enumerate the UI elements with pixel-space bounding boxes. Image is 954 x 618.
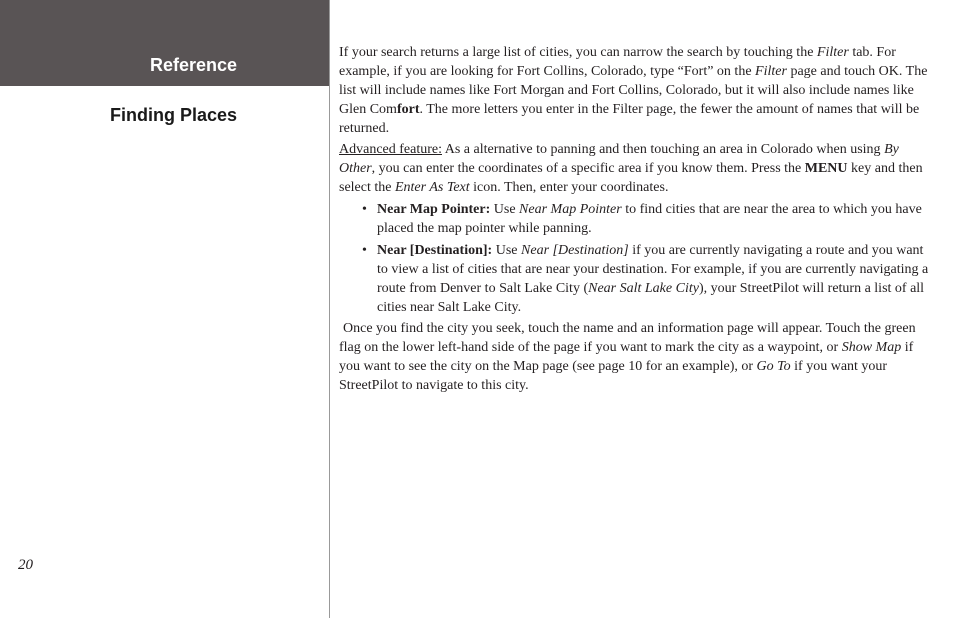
text: Use (490, 202, 519, 217)
text: . The more letters you enter in the Filt… (339, 102, 919, 136)
advanced-feature-block: Advanced feature: As a alternative to pa… (339, 141, 936, 198)
text: Once you find the city you seek, touch t… (339, 321, 916, 355)
bold-fort: fort (397, 102, 420, 117)
manual-page: Reference Finding Places If your search … (0, 0, 954, 618)
reference-label: Reference (0, 0, 329, 74)
bullet-list: Near Map Pointer: Use Near Map Pointer t… (359, 201, 936, 317)
bullet-italic: Near [Destination] (521, 243, 629, 258)
bullet-bold-label: Near [Destination]: (377, 243, 492, 258)
bullet-italic: Near Map Pointer (519, 202, 622, 217)
paragraph-1: If your search returns a large list of c… (339, 44, 936, 138)
list-item: Near Map Pointer: Use Near Map Pointer t… (359, 201, 936, 239)
text: , you can enter the coordinates of a spe… (372, 161, 805, 176)
page-number: 20 (18, 557, 33, 574)
go-to-italic: Go To (757, 359, 791, 374)
menu-bold: MENU (805, 161, 848, 176)
enter-as-text-italic: Enter As Text (395, 180, 470, 195)
paragraph-2: Once you find the city you seek, touch t… (339, 320, 936, 396)
text: If your search returns a large list of c… (339, 45, 817, 60)
section-title: Finding Places (0, 74, 329, 124)
advanced-feature-label: Advanced feature: (339, 142, 442, 157)
text: icon. Then, enter your coordinates. (470, 180, 669, 195)
body-content: If your search returns a large list of c… (339, 44, 936, 399)
bullet-bold-label: Near Map Pointer: (377, 202, 490, 217)
bullet-italic: Near Salt Lake City (588, 281, 699, 296)
sidebar: Reference Finding Places (0, 0, 329, 618)
vertical-divider (329, 0, 330, 618)
text: Use (492, 243, 521, 258)
list-item: Near [Destination]: Use Near [Destinatio… (359, 242, 936, 318)
text: As a alternative to panning and then tou… (442, 142, 884, 157)
filter-italic: Filter (817, 45, 849, 60)
filter-italic: Filter (755, 64, 787, 79)
show-map-italic: Show Map (842, 340, 902, 355)
